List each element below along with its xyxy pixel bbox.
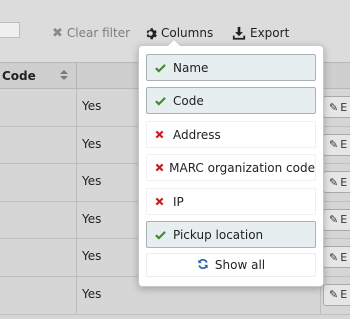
column-toggle-label: Name: [173, 60, 209, 75]
edit-label: E: [340, 100, 348, 114]
pencil-icon: ✎: [329, 175, 339, 189]
table-cell: Yes: [82, 286, 102, 301]
edit-button[interactable]: ✎ E: [323, 133, 350, 156]
edit-button[interactable]: ✎ E: [323, 283, 350, 306]
columns-dropdown: Name Code Address MARC organization code…: [138, 39, 324, 287]
edit-button[interactable]: ✎ E: [323, 96, 350, 118]
edit-label: E: [340, 288, 348, 302]
table-cell: Yes: [82, 249, 102, 264]
cross-icon: [155, 163, 169, 172]
show-all-label: Show all: [214, 258, 266, 272]
table-cell: Yes: [82, 211, 102, 226]
columns-label: Columns: [161, 26, 214, 40]
column-divider: [76, 63, 77, 88]
close-icon: ✖: [52, 25, 63, 41]
sort-icon[interactable]: [60, 70, 68, 82]
pencil-icon: ✎: [329, 250, 339, 264]
cell-divider: [76, 89, 77, 126]
column-toggle-label: IP: [173, 194, 184, 209]
check-icon: [155, 96, 173, 106]
check-icon: [155, 230, 173, 240]
cell-divider: [76, 164, 77, 201]
edit-label: E: [340, 250, 348, 264]
cell-divider: [76, 276, 77, 314]
column-toggle-code[interactable]: Code: [146, 87, 316, 114]
column-toggle-label: Pickup location: [173, 227, 264, 242]
search-input[interactable]: [0, 22, 20, 38]
cell-divider: [76, 201, 77, 239]
download-icon: [232, 26, 246, 40]
cross-icon: [155, 130, 173, 139]
column-toggle-address[interactable]: Address: [146, 121, 316, 148]
column-toggle-name[interactable]: Name: [146, 54, 316, 81]
table-cell: Yes: [82, 136, 102, 151]
column-toggle-ip[interactable]: IP: [146, 188, 316, 215]
cell-divider: [76, 239, 77, 276]
edit-button[interactable]: ✎ E: [323, 246, 350, 269]
column-toggle-label: Code: [173, 93, 204, 108]
column-toggle-label: MARC organization code: [169, 160, 315, 175]
edit-label: E: [340, 213, 348, 227]
pencil-icon: ✎: [329, 100, 339, 114]
refresh-icon: [197, 258, 209, 273]
column-toggle-pickup-location[interactable]: Pickup location: [146, 221, 316, 248]
edit-label: E: [340, 138, 348, 152]
pencil-icon: ✎: [329, 288, 339, 302]
pencil-icon: ✎: [329, 213, 339, 227]
check-icon: [155, 63, 173, 73]
export-button[interactable]: Export: [232, 25, 289, 41]
column-toggle-marc-organization-code[interactable]: MARC organization code: [146, 154, 316, 181]
show-all-button[interactable]: Show all: [146, 253, 316, 277]
cross-icon: [155, 197, 173, 206]
edit-button[interactable]: ✎ E: [323, 171, 350, 194]
table-cell: Yes: [82, 99, 102, 113]
cell-divider: [76, 126, 77, 164]
table-cell: Yes: [82, 174, 102, 189]
column-toggle-label: Address: [173, 127, 221, 142]
gear-icon: [144, 27, 157, 40]
edit-label: E: [340, 175, 348, 189]
clear-filter-label: Clear filter: [66, 26, 131, 40]
edit-button[interactable]: ✎ E: [323, 208, 350, 231]
clear-filter-button[interactable]: ✖ Clear filter: [52, 25, 130, 41]
export-label: Export: [250, 26, 290, 40]
pencil-icon: ✎: [329, 138, 339, 152]
